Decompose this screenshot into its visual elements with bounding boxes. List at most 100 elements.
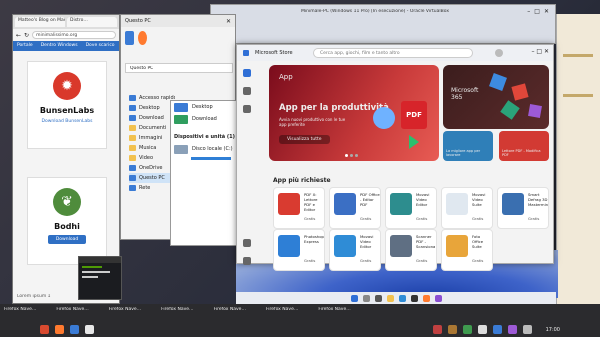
app-price: Gratis — [304, 216, 316, 221]
app-icon[interactable] — [70, 325, 79, 334]
task-item[interactable]: Firefox Nave… — [214, 307, 246, 315]
app-icon[interactable] — [507, 325, 517, 334]
promo-card[interactable]: Lettore PDF - Modifica PDF — [499, 131, 549, 161]
site-nav-item[interactable]: Portale — [17, 43, 33, 49]
minimize-icon[interactable]: – — [527, 8, 530, 15]
site-nav-item[interactable]: Dentro Windows — [41, 43, 78, 49]
folder-row[interactable]: Desktop — [171, 101, 239, 113]
m365-banner[interactable]: Microsoft 365 — [443, 65, 549, 129]
start-icon[interactable] — [350, 294, 358, 302]
app-icon[interactable] — [522, 325, 532, 334]
folder-icon — [129, 155, 136, 161]
sidebar-item[interactable]: Questo PC — [129, 173, 175, 183]
task-item[interactable]: Firefox Nave… — [56, 307, 88, 315]
app-card[interactable]: Photoshop Express Gratis — [273, 229, 325, 271]
app-icon[interactable] — [85, 325, 94, 334]
recycle-bin-icon[interactable] — [125, 31, 134, 45]
launcher-row: 17:00 — [0, 322, 600, 337]
app-price: Gratis — [472, 258, 484, 263]
windows-taskbar — [236, 292, 556, 304]
app-card[interactable]: Scanner PDF - Scansiona Gratis — [385, 229, 437, 271]
window-controls: – □ ✕ — [527, 8, 549, 15]
app-card[interactable]: Foto Office Suite Gratis — [441, 229, 493, 271]
app-name: Movavi Video Suite — [472, 192, 486, 207]
sidebar-item[interactable]: OneDrive — [129, 163, 175, 173]
sidebar-item[interactable]: Accesso rapido — [129, 93, 175, 103]
apps-icon[interactable] — [243, 87, 251, 95]
app-icon[interactable] — [40, 325, 49, 334]
library-icon[interactable] — [243, 239, 251, 247]
app-card[interactable]: PDF Office - Editor PDF Gratis — [329, 187, 381, 229]
app-icon[interactable] — [447, 325, 457, 334]
store-titlebar: Microsoft Store Cerca app, giochi, film … — [237, 45, 553, 61]
folder-icon[interactable] — [386, 294, 394, 302]
status-text: Lorem ipsum 1 — [17, 294, 51, 299]
app-icon[interactable] — [432, 325, 442, 334]
window-controls-icon[interactable]: – □ ✕ — [531, 48, 549, 55]
app-price: Gratis — [304, 258, 316, 263]
task-item[interactable]: Firefox Nave… — [318, 307, 350, 315]
hero-button[interactable]: Visualizza tutte — [279, 135, 330, 144]
task-item[interactable]: Firefox Nave… — [109, 307, 141, 315]
app-icon[interactable] — [462, 325, 472, 334]
distro-link[interactable]: Download BunsenLabs — [41, 119, 92, 124]
sidebar-item[interactable]: Desktop — [129, 103, 175, 113]
firefox-icon[interactable] — [55, 325, 64, 334]
distro-card-bodhi: ❦ Bodhi Download — [27, 177, 107, 265]
task-item[interactable]: Firefox Nave… — [4, 307, 36, 315]
app-card[interactable]: PDF X: Lettore PDF e Editor Gratis — [273, 187, 325, 229]
home-icon[interactable] — [243, 69, 251, 77]
section-title[interactable]: App più richieste — [273, 177, 331, 184]
sidebar-item[interactable]: Download — [129, 113, 175, 123]
task-item[interactable]: Firefox Nave… — [266, 307, 298, 315]
app-icon[interactable] — [434, 294, 442, 302]
app-icon[interactable] — [477, 325, 487, 334]
app-card[interactable]: Movavi Video Suite Gratis — [441, 187, 493, 229]
sidebar-item[interactable]: Video — [129, 153, 175, 163]
taskview-icon[interactable] — [374, 294, 382, 302]
firefox-icon[interactable] — [138, 31, 147, 45]
back-icon[interactable]: ← — [16, 32, 21, 39]
browser-tab[interactable]: Distro… — [67, 17, 117, 27]
url-input[interactable]: minimalissimo.org — [32, 31, 116, 39]
drive-row[interactable]: Disco locale (C:) — [171, 143, 239, 155]
terminal-titlebar — [79, 257, 121, 263]
download-button[interactable]: Download — [47, 235, 87, 244]
address-row: ← ↻ minimalissimo.org — [13, 29, 119, 41]
promo-card[interactable]: La migliore app per lavorare — [443, 131, 493, 161]
explorer-sidebar: Accesso rapido Desktop Download Document… — [129, 93, 175, 241]
app-card[interactable]: Smart Defrag 3D Mastermind Gratis — [497, 187, 549, 229]
store-search-input[interactable]: Cerca app, giochi, film e tanto altro — [313, 48, 473, 58]
app-card[interactable]: Movavi Video Editor Gratis — [385, 187, 437, 229]
hero-banner[interactable]: App App per la produttività Avvia nuovi … — [269, 65, 439, 161]
divider — [563, 94, 593, 97]
site-nav-item[interactable]: Dove scarico — [86, 43, 115, 49]
address-bar[interactable]: Questo PC — [125, 63, 233, 73]
task-item[interactable]: Firefox Nave… — [161, 307, 193, 315]
sidebar-item[interactable]: Immagini — [129, 133, 175, 143]
search-icon[interactable] — [362, 294, 370, 302]
maximize-icon[interactable]: □ — [534, 8, 540, 15]
m365-title: Microsoft 365 — [451, 87, 479, 101]
avatar[interactable] — [495, 49, 503, 57]
games-icon[interactable] — [243, 105, 251, 113]
app-price: Gratis — [360, 258, 372, 263]
help-icon[interactable] — [243, 257, 251, 265]
close-icon[interactable]: ✕ — [544, 8, 549, 15]
sidebar-item[interactable]: Documenti — [129, 123, 175, 133]
app-card[interactable]: Movavi Video Editor Gratis — [329, 229, 381, 271]
app-icon — [278, 193, 300, 215]
folder-row[interactable]: Download — [171, 113, 239, 125]
sidebar-item[interactable]: Musica — [129, 143, 175, 153]
app-icon[interactable] — [492, 325, 502, 334]
edge-icon[interactable] — [398, 294, 406, 302]
browser-tab[interactable]: Matteo's Blog on Mastodon — [15, 17, 65, 27]
app-icon — [390, 193, 412, 215]
cloud-icon — [129, 165, 136, 171]
app-icon — [278, 235, 300, 257]
sidebar-item[interactable]: Rete — [129, 183, 175, 193]
close-icon[interactable]: ✕ — [226, 18, 231, 25]
store-icon[interactable] — [410, 294, 418, 302]
firefox-icon[interactable] — [422, 294, 430, 302]
reload-icon[interactable]: ↻ — [24, 32, 29, 39]
